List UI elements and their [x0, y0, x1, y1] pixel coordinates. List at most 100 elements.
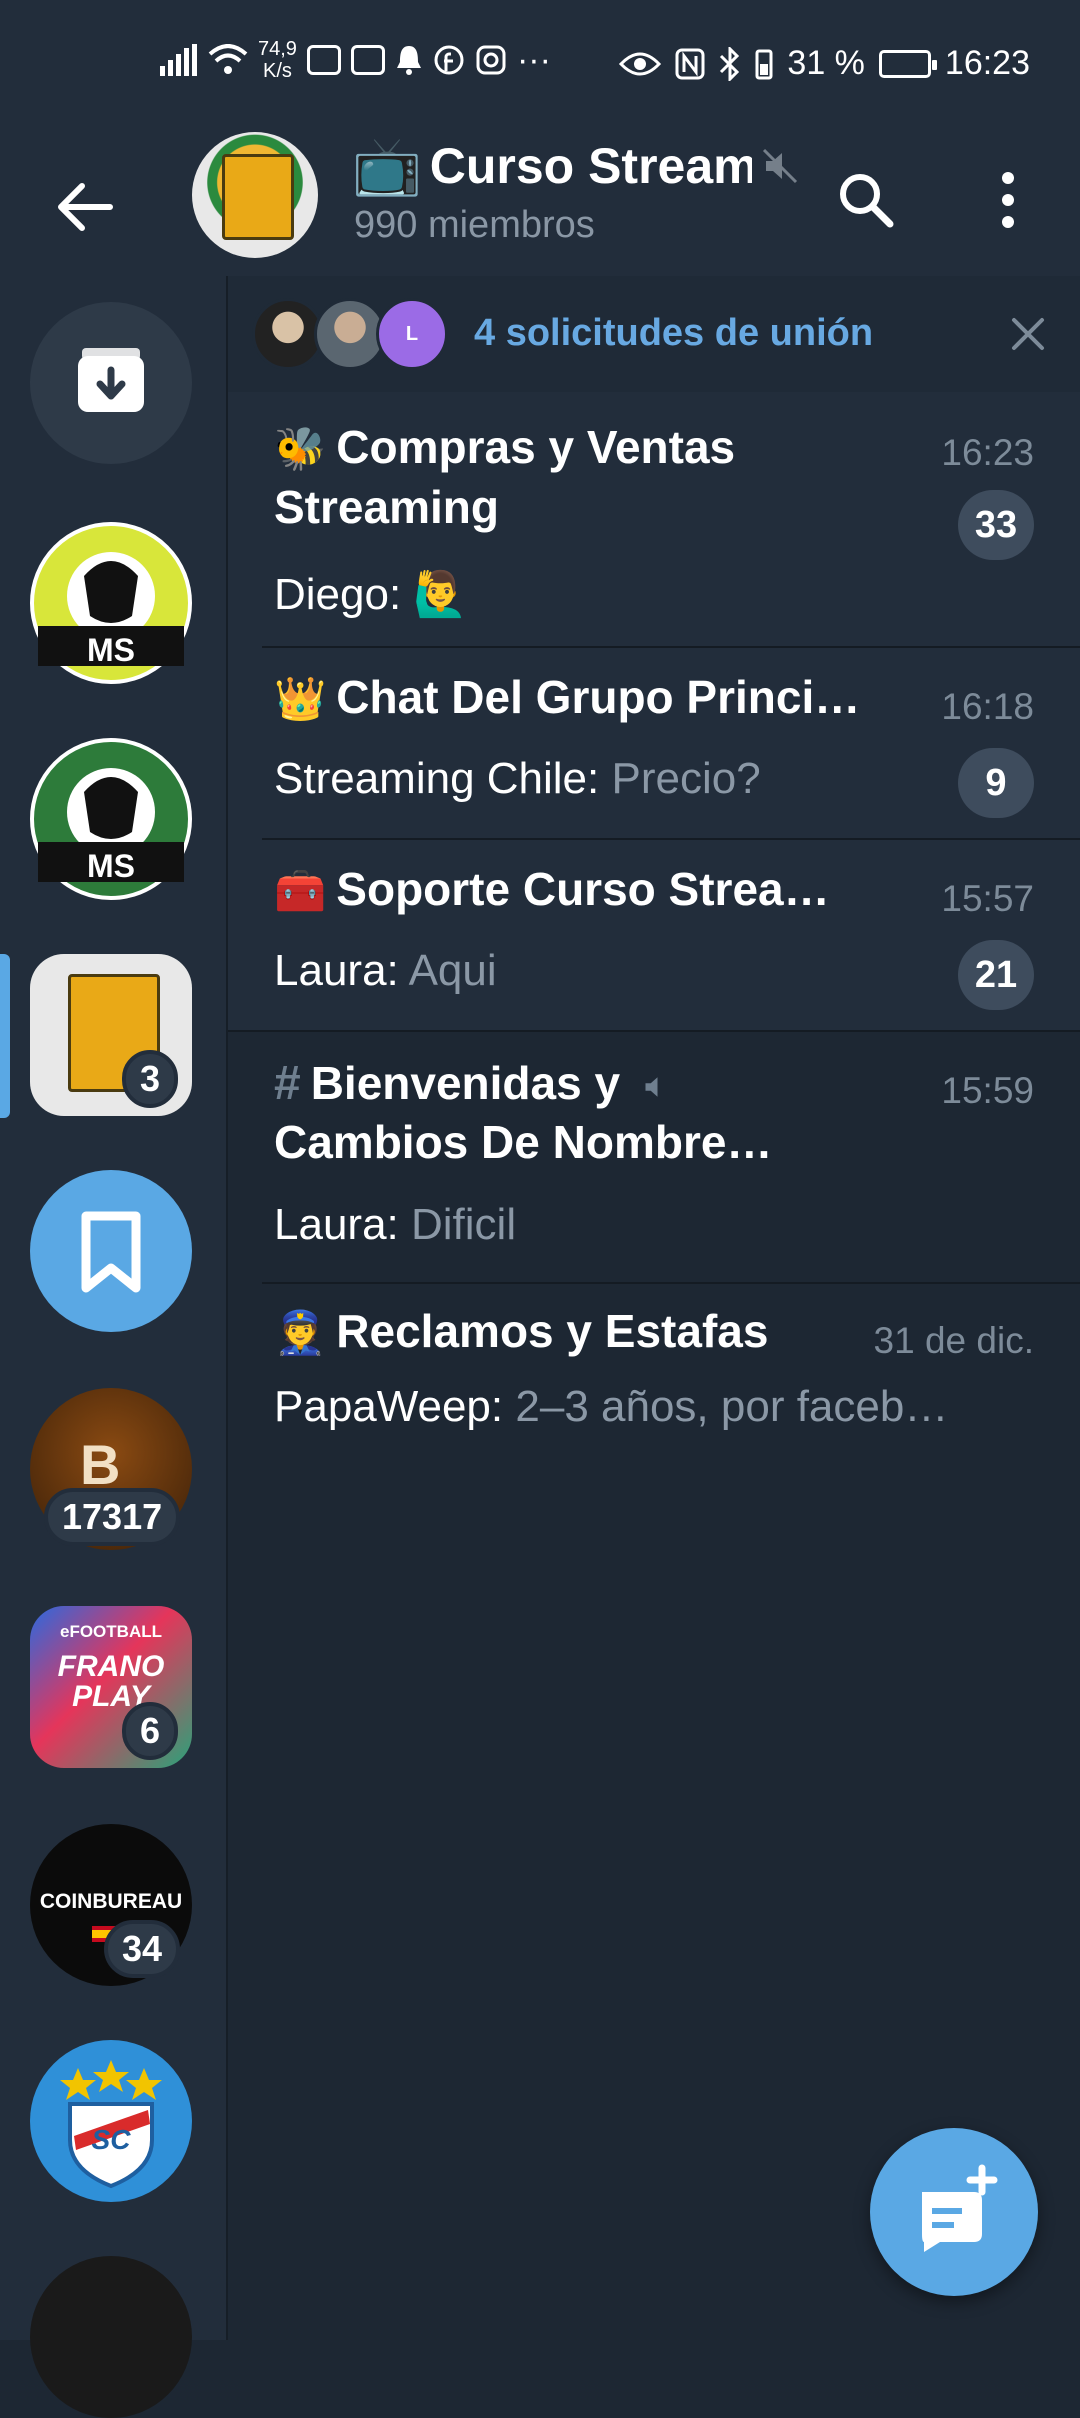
- business-class-folder[interactable]: B 17317: [30, 1388, 192, 1550]
- message-sender: Diego:: [274, 570, 402, 619]
- trading-ms-yellow-folder[interactable]: MS: [30, 522, 192, 684]
- message-text: Aqui: [408, 946, 497, 995]
- group-avatar[interactable]: [192, 132, 318, 258]
- topic-emoji: 👑: [274, 675, 327, 722]
- topic-emoji: 👮: [274, 1309, 327, 1356]
- topic-list: 🐝 Compras y Ventas Streaming 16:23 33 Dieg…: [228, 392, 1080, 1464]
- status-left: 74,9 K/s ···: [160, 38, 551, 82]
- topic-time: 16:23: [941, 432, 1034, 473]
- folder-sidebar: MS MS 3 B 17317 eFOOTBALL FRANO PLAY 6 C…: [0, 276, 228, 2418]
- topic-title-line1: Bienvenidas y: [310, 1057, 621, 1109]
- message-sender: Laura:: [274, 946, 399, 995]
- bookmark-icon: [81, 1211, 141, 1293]
- message-sender: Streaming Chile:: [274, 754, 600, 803]
- group-title-text: Curso Streaming: [429, 138, 752, 194]
- bluetooth-icon: [720, 46, 740, 81]
- topic-last-message: PapaWeep: 2–3 años, por faceb…: [274, 1382, 948, 1432]
- topic-title-text: Reclamos y Estafas: [336, 1305, 769, 1357]
- sporting-cristal-label: SC: [91, 2124, 131, 2155]
- net-speed: 74,9 K/s: [258, 38, 297, 82]
- muted-speaker-icon: [762, 148, 797, 184]
- instagram-icon: [476, 45, 506, 75]
- frano-play-folder[interactable]: eFOOTBALL FRANO PLAY 6: [30, 1606, 192, 1768]
- topic-title-text: Chat Del Grupo Princi…: [336, 671, 861, 723]
- topic-time: 15:59: [941, 1070, 1034, 1111]
- folder-badge: 6: [122, 1702, 179, 1760]
- topic-last-message: Laura: Dificil: [274, 1200, 516, 1250]
- requester-initial: L: [405, 322, 419, 345]
- topic-title: 🧰 Soporte Curso Strea…: [274, 860, 830, 920]
- topic-title: # Bienvenidas y Cambios De Nombre…: [274, 1054, 772, 1171]
- status-bar: 74,9 K/s ··· 31 % 16:23: [0, 0, 1080, 130]
- archive-folder[interactable]: [30, 302, 192, 464]
- topic-last-message: Diego: 🙋‍♂️: [274, 568, 468, 620]
- topic-row[interactable]: 👮 Reclamos y Estafas 31 de dic. PapaWeep:…: [228, 1284, 1080, 1464]
- facebook-icon: [434, 45, 464, 75]
- topic-title: 👑 Chat Del Grupo Princi…: [274, 668, 860, 728]
- eye-icon: [619, 52, 662, 75]
- folder-badge: 17317: [44, 1488, 181, 1546]
- phone-battery-icon: [755, 49, 773, 79]
- message-text: Precio?: [611, 754, 761, 803]
- requester-avatar: L: [376, 298, 448, 370]
- sporting-cristal-crest: [60, 2060, 162, 2189]
- topic-title: 👮 Reclamos y Estafas: [274, 1302, 768, 1362]
- folder-badge: 34: [104, 1920, 181, 1978]
- chat-header: 📺 Curso Streaming 990 miembros: [0, 130, 1080, 278]
- youtube-icon: [306, 45, 341, 75]
- active-folder-indicator: [0, 954, 10, 1118]
- topic-row[interactable]: 🧰 Soporte Curso Strea… 15:57 Laura: Aqui …: [228, 840, 1080, 1032]
- compose-icon: [922, 2164, 998, 2252]
- topic-row[interactable]: # Bienvenidas y Cambios De Nombre… 15:59 …: [228, 1032, 1080, 1284]
- curso-streaming-folder[interactable]: 3: [30, 954, 192, 1116]
- bell-icon: [396, 46, 421, 75]
- clock: 16:23: [944, 44, 1030, 82]
- message-sender: PapaWeep:: [274, 1382, 504, 1431]
- message-text: 🙋‍♂️: [413, 570, 469, 619]
- unread-badge: 33: [958, 490, 1034, 560]
- battery-icon: [878, 49, 937, 78]
- sporting-cristal-folder[interactable]: SC: [30, 2040, 192, 2202]
- topic-emoji: 🧰: [274, 867, 327, 914]
- coin-bureau-folder[interactable]: COINBUREAU 34: [30, 1824, 192, 1986]
- trading-ms-yellow-label: MS: [87, 632, 135, 668]
- muted-speaker-icon: [645, 1077, 658, 1097]
- status-right: 31 % 16:23: [619, 44, 1030, 83]
- group-title[interactable]: 📺 Curso Streaming: [352, 136, 800, 196]
- archive-icon: [78, 348, 144, 412]
- more-options-icon[interactable]: [976, 160, 1046, 240]
- next-folder[interactable]: [30, 2256, 192, 2418]
- topic-title-line2: Streaming: [274, 481, 499, 533]
- message-text: 2–3 años, por faceb…: [515, 1382, 949, 1431]
- course-book-image: [222, 154, 294, 240]
- saved-messages-folder[interactable]: [30, 1170, 192, 1332]
- efootball-label: eFOOTBALL: [60, 1622, 162, 1641]
- topic-title: 🐝 Compras y Ventas Streaming: [274, 418, 735, 536]
- requester-avatars: L: [252, 298, 448, 370]
- folder-badge: 3: [122, 1050, 179, 1108]
- join-requests-bar[interactable]: L 4 solicitudes de unión: [228, 276, 1080, 394]
- signal-icon: [160, 44, 197, 76]
- message-sender: Laura:: [274, 1200, 399, 1249]
- join-requests-text[interactable]: 4 solicitudes de unión: [474, 312, 873, 355]
- back-arrow-icon[interactable]: [50, 172, 120, 242]
- trading-ms-green-label: MS: [87, 848, 135, 884]
- trading-ms-green-folder[interactable]: MS: [30, 738, 192, 900]
- hashtag-icon: #: [274, 1057, 301, 1110]
- topic-title-line1: Compras y Ventas: [336, 421, 736, 473]
- coin-bureau-label: COINBUREAU: [39, 1890, 183, 1913]
- new-topic-button[interactable]: [870, 2128, 1038, 2296]
- topic-time: 16:18: [941, 686, 1034, 727]
- message-text: Dificil: [411, 1200, 517, 1249]
- close-icon[interactable]: [1004, 310, 1052, 358]
- topic-row[interactable]: 🐝 Compras y Ventas Streaming 16:23 33 Dieg…: [228, 392, 1080, 648]
- topic-row[interactable]: 👑 Chat Del Grupo Princi… 16:18 Streaming …: [228, 648, 1080, 840]
- wifi-icon: [208, 44, 248, 74]
- member-count: 990 miembros: [354, 204, 595, 246]
- topic-title-text: Soporte Curso Strea…: [336, 863, 830, 915]
- topic-last-message: Laura: Aqui: [274, 946, 497, 996]
- youtube-icon-2: [350, 45, 385, 75]
- topic-time: 15:57: [941, 878, 1034, 919]
- search-icon[interactable]: [826, 160, 906, 240]
- nfc-icon: [675, 48, 705, 79]
